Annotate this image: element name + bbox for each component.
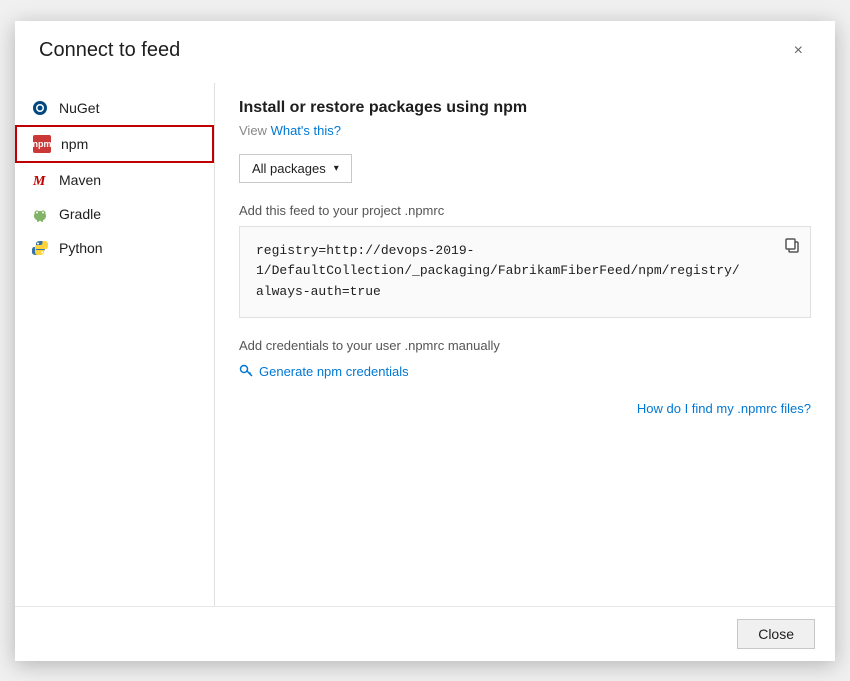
project-npmrc-label: Add this feed to your project .npmrc	[239, 203, 811, 218]
gradle-icon	[31, 205, 49, 223]
copy-icon[interactable]	[784, 237, 800, 263]
sidebar: NuGet npm npm M Maven	[15, 83, 215, 606]
sidebar-gradle-label: Gradle	[59, 206, 101, 222]
dialog-title: Connect to feed	[39, 39, 180, 62]
python-icon	[31, 239, 49, 257]
key-icon	[239, 363, 253, 380]
help-link-container: How do I find my .npmrc files?	[239, 400, 811, 418]
sidebar-item-nuget[interactable]: NuGet	[15, 91, 214, 125]
main-title: Install or restore packages using npm	[239, 99, 811, 117]
close-button[interactable]: Close	[737, 619, 815, 649]
generate-npm-credentials-link[interactable]: Generate npm credentials	[239, 363, 811, 380]
code-block: registry=http://devops-2019-1/DefaultCol…	[239, 226, 811, 318]
sidebar-item-maven[interactable]: M Maven	[15, 163, 214, 197]
sidebar-nuget-label: NuGet	[59, 100, 99, 116]
whats-this-link[interactable]: What's this?	[271, 123, 341, 138]
sidebar-item-gradle[interactable]: Gradle	[15, 197, 214, 231]
main-content: Install or restore packages using npm Vi…	[215, 83, 835, 606]
sidebar-npm-label: npm	[61, 136, 88, 152]
sidebar-item-npm[interactable]: npm npm	[15, 125, 214, 163]
sidebar-python-label: Python	[59, 240, 103, 256]
dialog-body: NuGet npm npm M Maven	[15, 73, 835, 606]
sidebar-maven-label: Maven	[59, 172, 101, 188]
connect-to-feed-dialog: Connect to feed × NuGet npm	[15, 21, 835, 661]
credentials-label: Add credentials to your user .npmrc manu…	[239, 338, 811, 353]
sidebar-item-python[interactable]: Python	[15, 231, 214, 265]
view-whats-this: View What's this?	[239, 123, 811, 138]
dialog-footer: Close	[15, 606, 835, 661]
help-npmrc-files-link[interactable]: How do I find my .npmrc files?	[637, 401, 811, 416]
dialog-close-icon-button[interactable]: ×	[786, 39, 811, 63]
maven-icon: M	[31, 171, 49, 189]
chevron-down-icon: ▾	[334, 163, 339, 174]
nuget-icon	[31, 99, 49, 117]
npm-icon: npm	[33, 135, 51, 153]
dialog-header: Connect to feed ×	[15, 21, 835, 73]
svg-text:M: M	[32, 174, 46, 189]
registry-code: registry=http://devops-2019-1/DefaultCol…	[256, 243, 740, 300]
all-packages-dropdown[interactable]: All packages ▾	[239, 154, 352, 183]
